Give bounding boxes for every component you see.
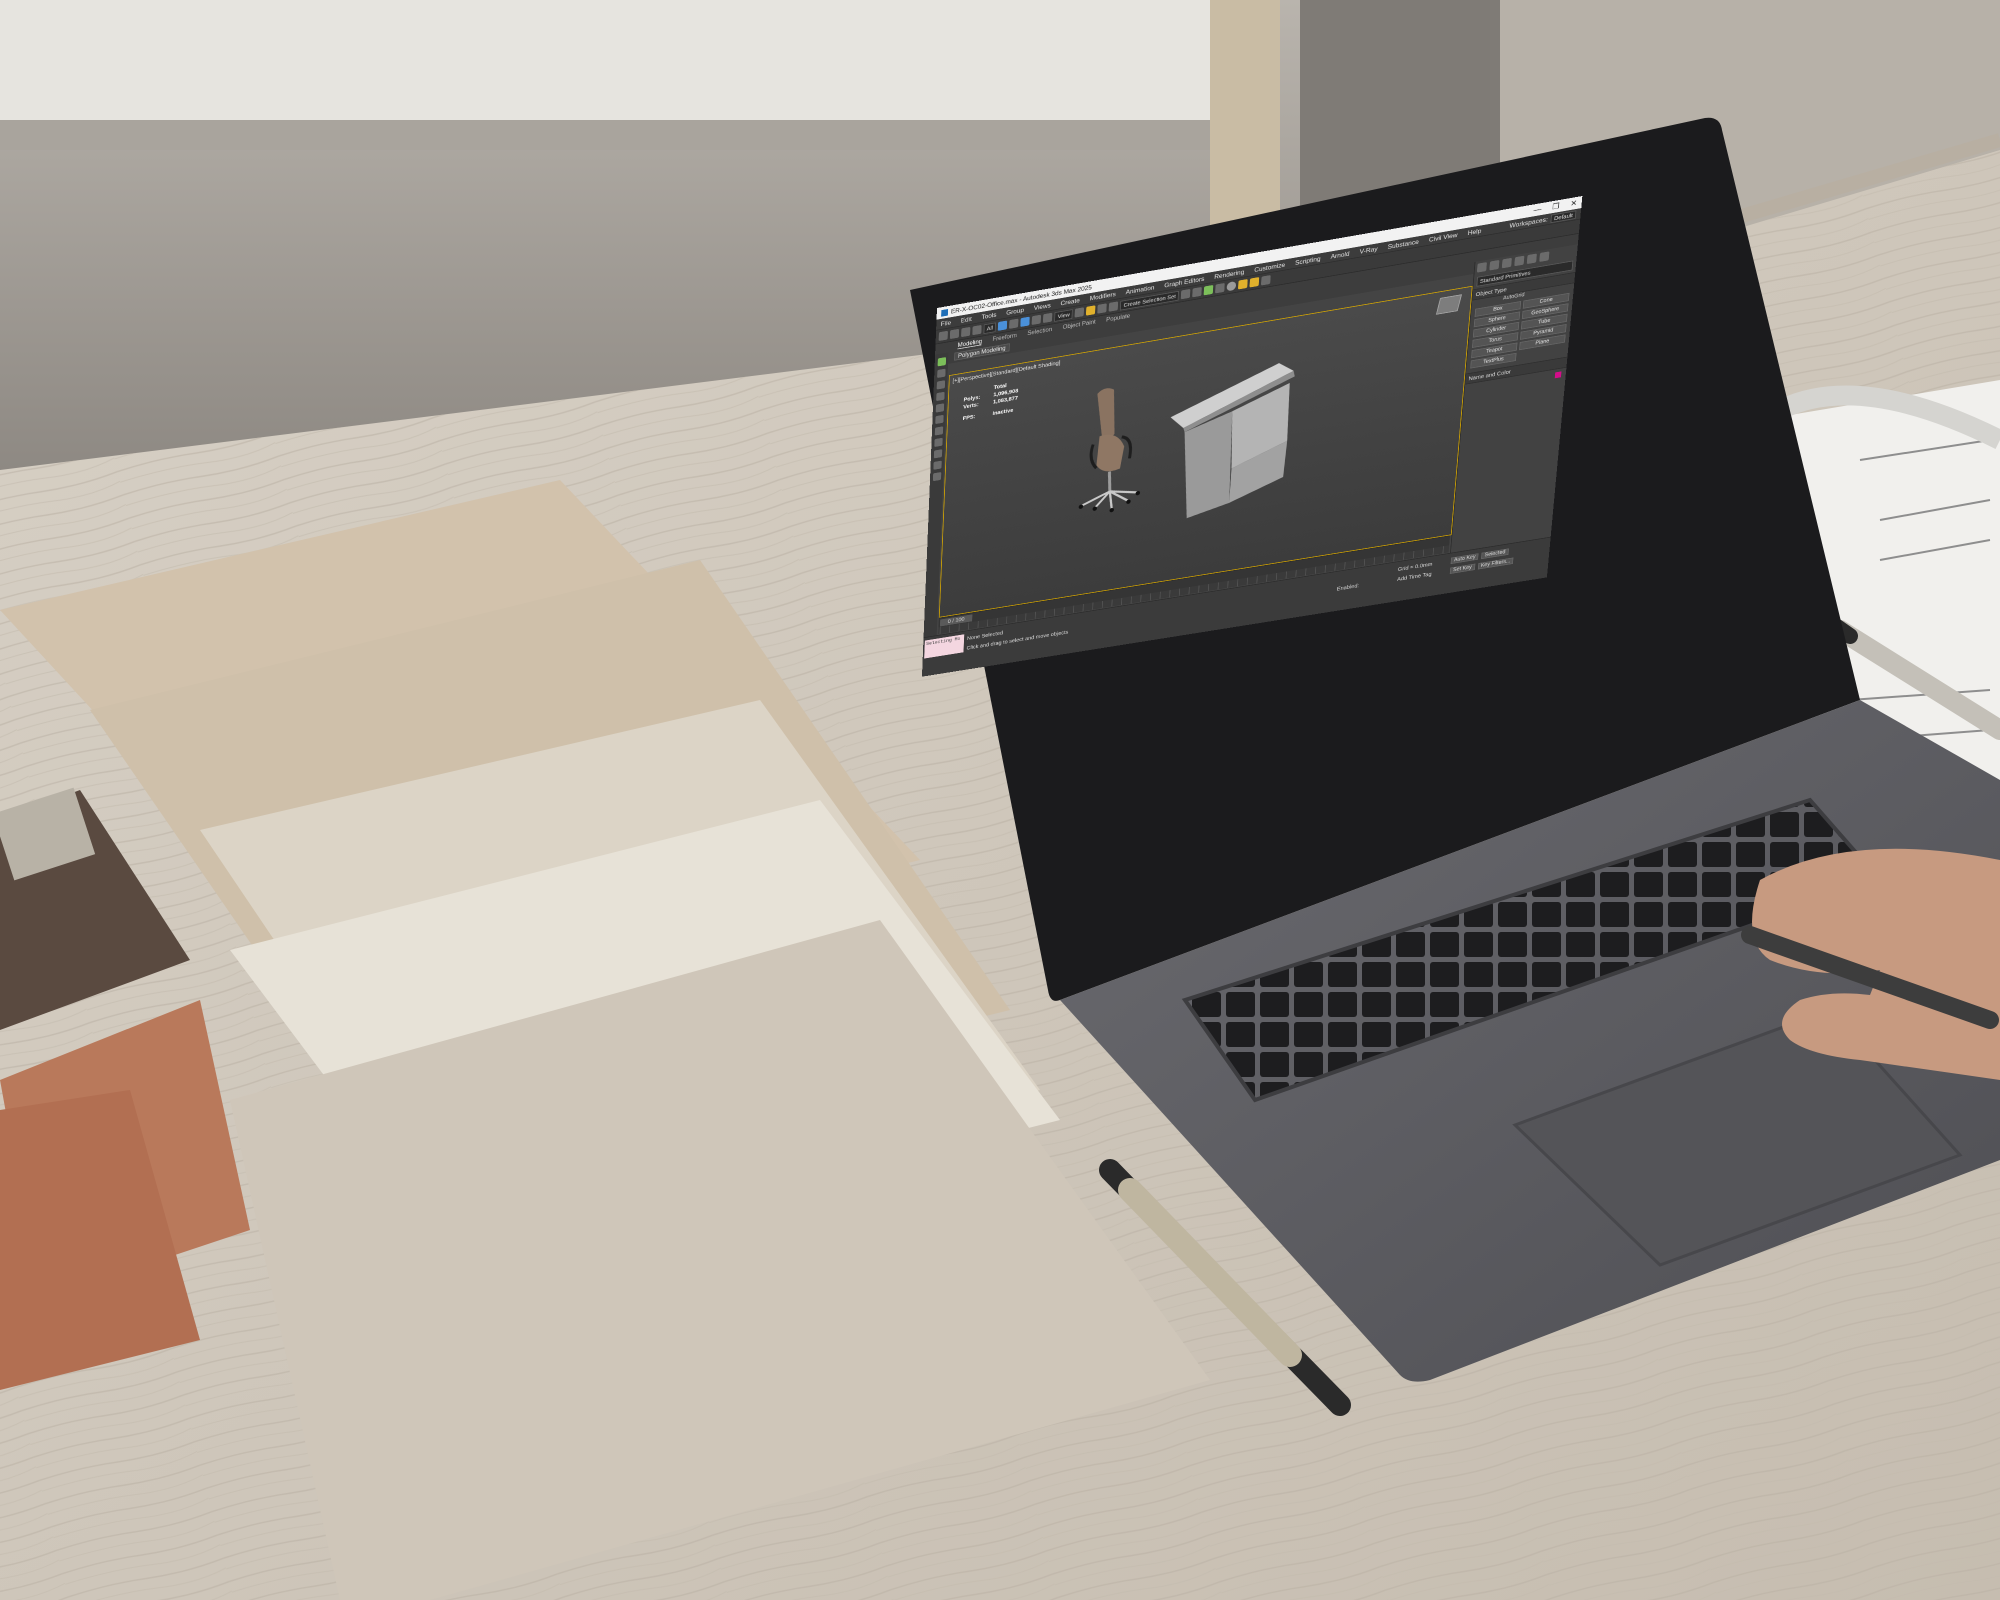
selection-filter-dropdown[interactable]: All [983, 322, 997, 334]
auto-key-button[interactable]: Auto Key [1450, 553, 1479, 565]
snap-icon[interactable] [1086, 305, 1096, 316]
angle-snap-icon[interactable] [1097, 303, 1108, 314]
move-icon[interactable] [1020, 316, 1031, 327]
add-time-tag-button[interactable]: Add Time Tag [1397, 571, 1432, 583]
modify-tab-icon[interactable] [1489, 259, 1500, 271]
desk-model[interactable] [1164, 360, 1296, 522]
modify-icon[interactable] [936, 368, 946, 379]
align-icon[interactable] [1192, 286, 1203, 298]
material-editor-icon[interactable] [1226, 280, 1237, 292]
rotate-icon[interactable] [1031, 314, 1042, 325]
hide-icon[interactable] [932, 460, 942, 470]
maxscript-listener[interactable]: Selecting Mo [924, 634, 965, 659]
freeze-icon[interactable] [933, 449, 942, 459]
undo-icon[interactable] [938, 330, 948, 342]
hierarchy-icon[interactable] [936, 380, 945, 390]
create-tab-icon[interactable] [1476, 262, 1487, 273]
render-frame-icon[interactable] [1261, 275, 1271, 286]
isolate-icon[interactable] [934, 426, 943, 436]
utilities-icon[interactable] [934, 414, 944, 425]
key-filters-button[interactable]: Key Filters... [1477, 557, 1514, 570]
scene-background [0, 0, 2000, 1600]
utilities-tab-icon[interactable] [1539, 251, 1550, 262]
render-icon[interactable] [1249, 276, 1260, 288]
percent-snap-icon[interactable] [1108, 301, 1119, 312]
motion-tab-icon[interactable] [1514, 255, 1525, 267]
select-by-name-icon[interactable] [1009, 318, 1019, 329]
link-icon[interactable] [961, 326, 971, 338]
scene-explorer-icon[interactable] [1203, 284, 1214, 296]
display-tab-icon[interactable] [1526, 253, 1537, 265]
minimize-button[interactable]: — [1533, 205, 1542, 215]
motion-icon[interactable] [935, 391, 945, 402]
tab-freeform[interactable]: Freeform [992, 332, 1017, 343]
hierarchy-tab-icon[interactable] [1501, 257, 1512, 269]
create-icon[interactable] [937, 357, 946, 367]
scene-states-icon[interactable] [932, 472, 941, 482]
mirror-icon[interactable] [1180, 288, 1191, 300]
menu-file[interactable]: File [941, 319, 952, 328]
tab-object-paint[interactable]: Object Paint [1063, 318, 1096, 331]
tab-selection[interactable]: Selection [1027, 326, 1052, 338]
unlink-icon[interactable] [972, 324, 982, 336]
render-setup-icon[interactable] [1238, 278, 1248, 290]
selected-dropdown[interactable]: Selected [1481, 548, 1509, 560]
object-color-swatch[interactable] [1554, 371, 1562, 379]
maximize-button[interactable]: ❐ [1552, 202, 1560, 212]
menu-edit[interactable]: Edit [961, 315, 972, 324]
enabled-toggle[interactable]: Enabled: [1337, 582, 1360, 592]
select-object-icon[interactable] [998, 320, 1008, 331]
display-icon[interactable] [935, 403, 944, 413]
photo-scene: ER-X-OC02-Office.max - Autodesk 3ds Max … [0, 0, 2000, 1600]
tab-populate[interactable]: Populate [1106, 312, 1130, 323]
pivot-icon[interactable] [1074, 307, 1085, 318]
redo-icon[interactable] [949, 328, 960, 340]
curve-editor-icon[interactable] [1215, 282, 1225, 294]
office-chair-model[interactable] [1078, 382, 1146, 518]
layer-icon[interactable] [933, 437, 943, 448]
close-button[interactable]: ✕ [1570, 199, 1577, 208]
set-key-button[interactable]: Set Key [1449, 563, 1476, 574]
app-logo-icon [941, 308, 949, 317]
scale-icon[interactable] [1043, 312, 1053, 324]
